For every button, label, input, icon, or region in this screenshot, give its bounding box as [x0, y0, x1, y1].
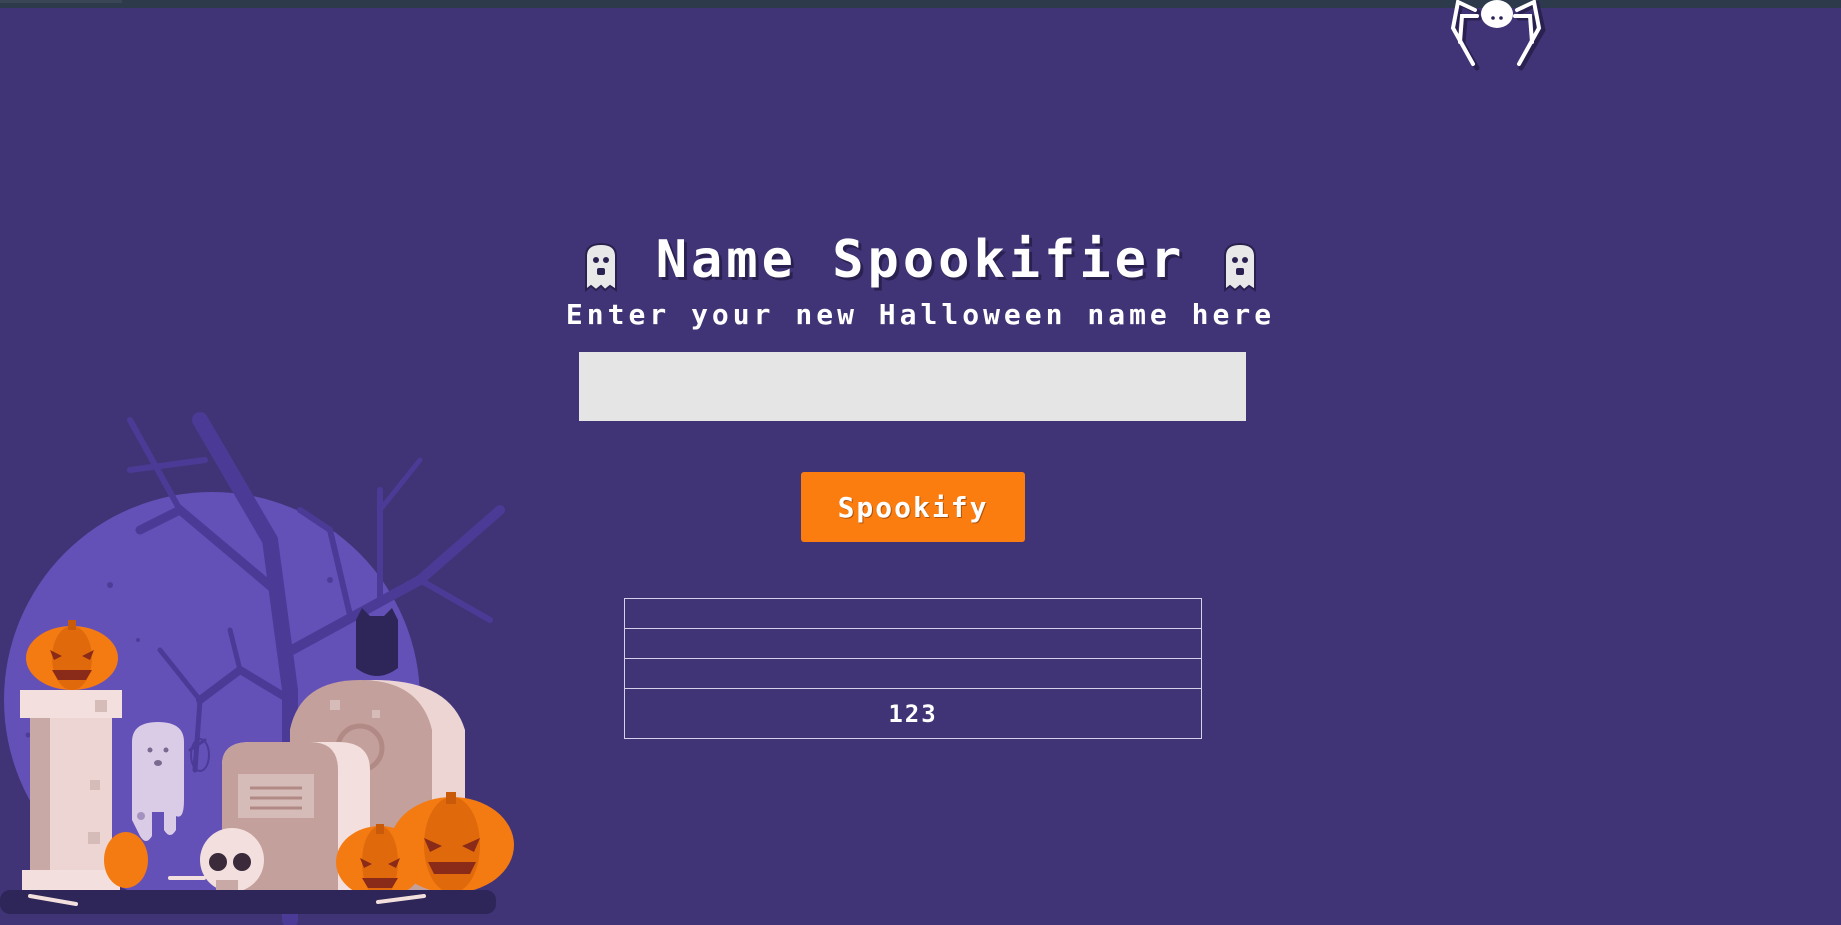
- results-table: 123: [624, 598, 1202, 739]
- spookify-button[interactable]: Spookify: [801, 472, 1025, 542]
- table-row: [624, 628, 1202, 659]
- result-cell: [624, 658, 1202, 689]
- subtitle: Enter your new Halloween name here: [565, 298, 1276, 331]
- result-cell: [624, 598, 1202, 629]
- spider-icon: [1450, 0, 1546, 71]
- ghost-icon: [584, 242, 617, 292]
- table-row: [624, 598, 1202, 629]
- result-cell: [624, 628, 1202, 659]
- table-row: [624, 658, 1202, 689]
- top-bar-accent: [0, 0, 122, 3]
- header: Name Spookifier: [0, 225, 1841, 295]
- ghost-icon: [1224, 242, 1257, 292]
- result-cell: 123: [624, 688, 1202, 739]
- graveyard-illustration: [0, 412, 514, 925]
- name-input[interactable]: [579, 352, 1246, 421]
- table-row: 123: [624, 688, 1202, 739]
- page-title: Name Spookifier: [655, 230, 1186, 290]
